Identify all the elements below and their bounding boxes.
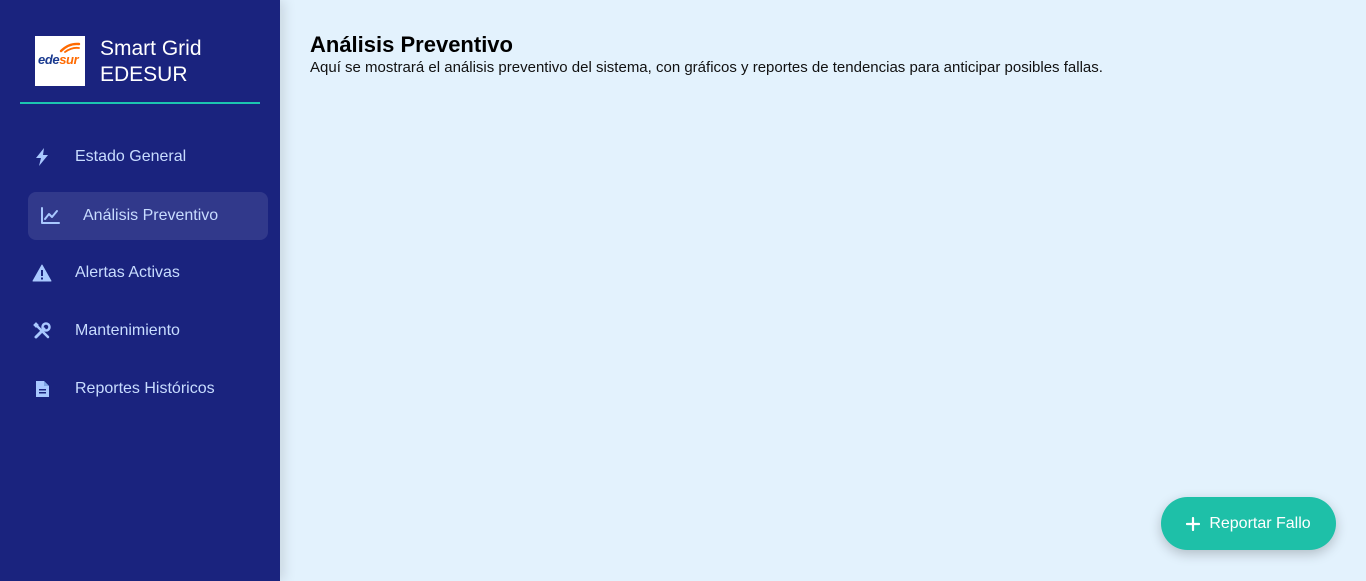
brand-title-line2: EDESUR	[100, 63, 188, 86]
sidebar-item-label: Mantenimiento	[75, 322, 180, 339]
brand-header: edesur Smart Grid EDESUR	[20, 20, 260, 104]
logo-text: edesur	[38, 52, 79, 67]
sidebar-item-mantenimiento[interactable]: Mantenimiento	[20, 307, 268, 355]
sidebar-item-label: Estado General	[75, 148, 187, 165]
page-title: Análisis Preventivo	[310, 32, 513, 57]
brand-title-line1: Smart Grid	[100, 37, 202, 60]
bolt-icon	[32, 147, 52, 167]
edesur-logo: edesur	[35, 36, 85, 86]
tools-icon	[32, 321, 52, 341]
report-fault-button[interactable]: Reportar Fallo	[1161, 497, 1336, 550]
chart-line-icon	[40, 206, 60, 226]
page-description: Aquí se mostrará el análisis preventivo …	[310, 59, 1103, 76]
report-fault-label: Reportar Fallo	[1209, 514, 1311, 532]
plus-icon	[1186, 516, 1201, 531]
document-icon	[32, 379, 52, 399]
sidebar-item-reportes-historicos[interactable]: Reportes Históricos	[20, 365, 268, 413]
sidebar-item-label: Reportes Históricos	[75, 380, 215, 397]
sidebar-item-alertas-activas[interactable]: Alertas Activas	[20, 249, 268, 297]
logo-text-ede: ede	[38, 52, 60, 67]
brand-title: Smart Grid EDESUR	[100, 36, 202, 88]
sidebar-item-estado-general[interactable]: Estado General	[20, 133, 268, 181]
logo-text-sur: sur	[59, 52, 79, 67]
sidebar: edesur Smart Grid EDESUR Estado General …	[0, 0, 280, 581]
sidebar-item-label: Alertas Activas	[75, 264, 180, 281]
sidebar-item-label: Análisis Preventivo	[83, 207, 219, 224]
warning-icon	[32, 263, 52, 283]
sidebar-item-analisis-preventivo[interactable]: Análisis Preventivo	[28, 192, 268, 240]
